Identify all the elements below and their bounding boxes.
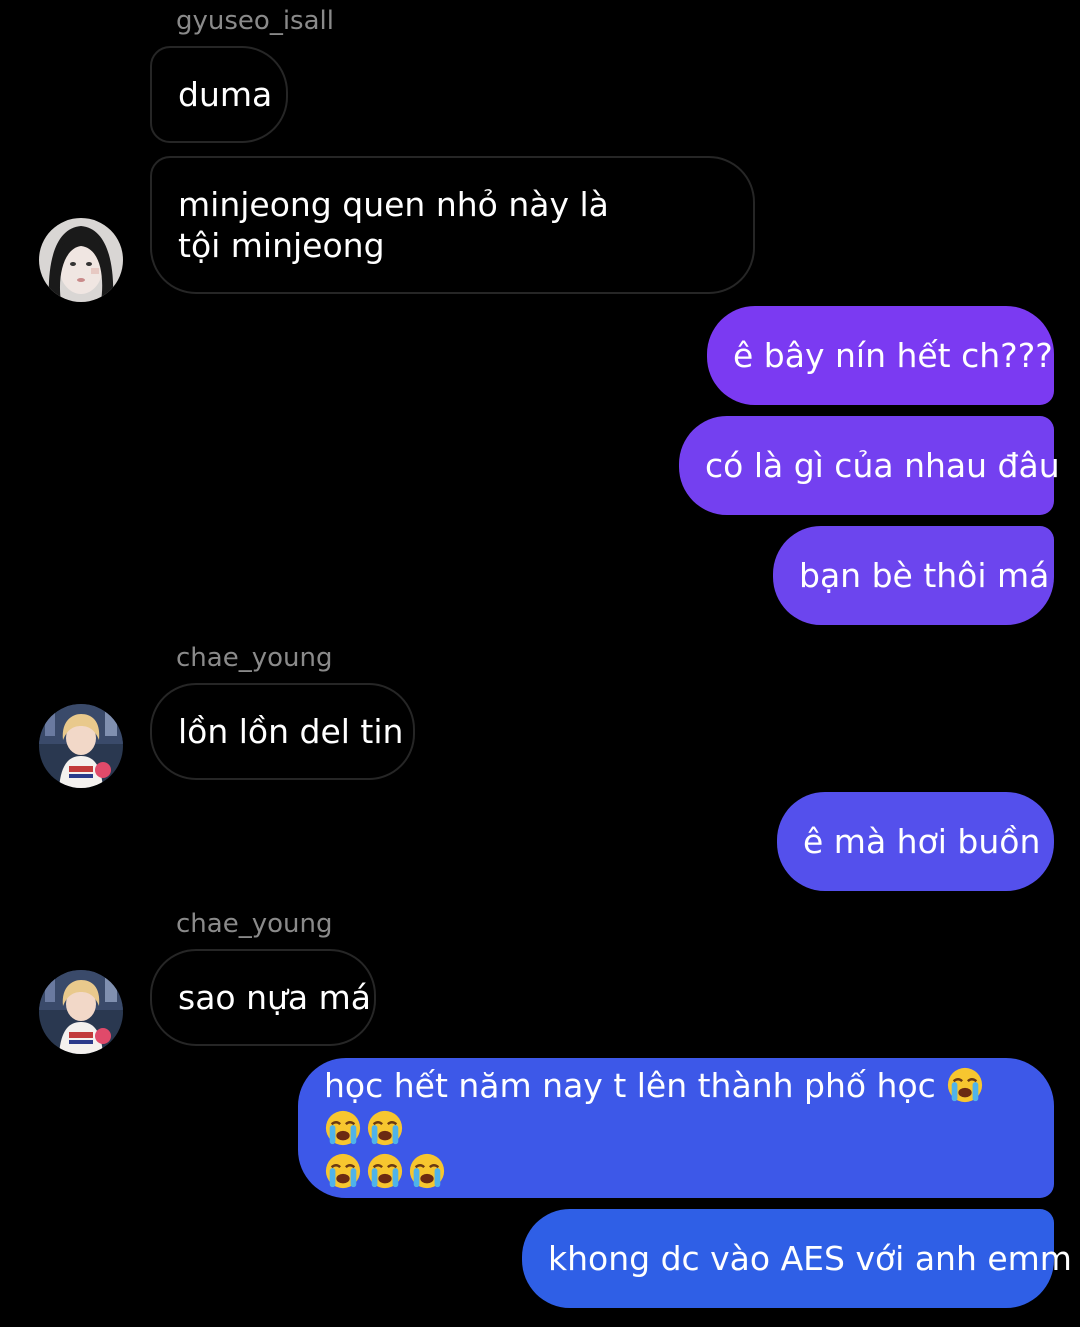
message-text: lồn lồn del tin [178, 712, 404, 751]
avatar[interactable] [39, 218, 123, 302]
outgoing-message[interactable]: ê mà hơi buồn [777, 792, 1054, 891]
loudly-crying-face-icon [325, 1153, 361, 1188]
outgoing-message[interactable]: bạn bè thôi má [773, 526, 1054, 625]
outgoing-message[interactable]: có là gì của nhau đâu [679, 416, 1060, 515]
outgoing-message[interactable]: học hết năm nay t lên thành phố học [298, 1058, 1054, 1198]
message-text: ê bây nín hết ch??? [733, 336, 1053, 375]
sender-name: chae_young [176, 909, 333, 939]
message-content: học hết năm nay t lên thành phố học [324, 1064, 1024, 1193]
user-avatar-chae-young-icon [39, 970, 123, 1054]
user-avatar-chae-young-icon [39, 704, 123, 788]
emoji-row-2 [324, 1152, 450, 1191]
loudly-crying-face-icon [325, 1110, 361, 1145]
avatar[interactable] [39, 704, 123, 788]
incoming-message[interactable]: duma [150, 46, 288, 143]
loudly-crying-face-icon [367, 1153, 403, 1188]
message-text: minjeong quen nhỏ này là tội minjeong [178, 185, 609, 265]
message-text: sao nựa má [178, 978, 372, 1017]
incoming-message[interactable]: sao nựa má [150, 949, 376, 1046]
sender-name: chae_young [176, 643, 333, 673]
loudly-crying-face-icon [948, 1067, 983, 1102]
sender-name: gyuseo_isall [176, 6, 334, 36]
message-text: ê mà hơi buồn [803, 822, 1041, 861]
outgoing-message[interactable]: khong dc vào AES với anh emm [522, 1209, 1072, 1308]
outgoing-message[interactable]: ê bây nín hết ch??? [707, 306, 1054, 405]
avatar[interactable] [39, 970, 123, 1054]
user-avatar-gyuseo-icon [39, 218, 123, 302]
loudly-crying-face-icon [409, 1153, 445, 1188]
message-text: khong dc vào AES với anh emm [548, 1239, 1072, 1278]
message-text: duma [178, 75, 273, 114]
message-text: bạn bè thôi má [799, 556, 1050, 595]
message-text: có là gì của nhau đâu [705, 446, 1060, 485]
incoming-message[interactable]: lồn lồn del tin [150, 683, 415, 780]
loudly-crying-face-icon [367, 1110, 403, 1145]
message-text: học hết năm nay t lên thành phố học [324, 1065, 936, 1105]
incoming-message[interactable]: minjeong quen nhỏ này là tội minjeong [150, 156, 755, 294]
